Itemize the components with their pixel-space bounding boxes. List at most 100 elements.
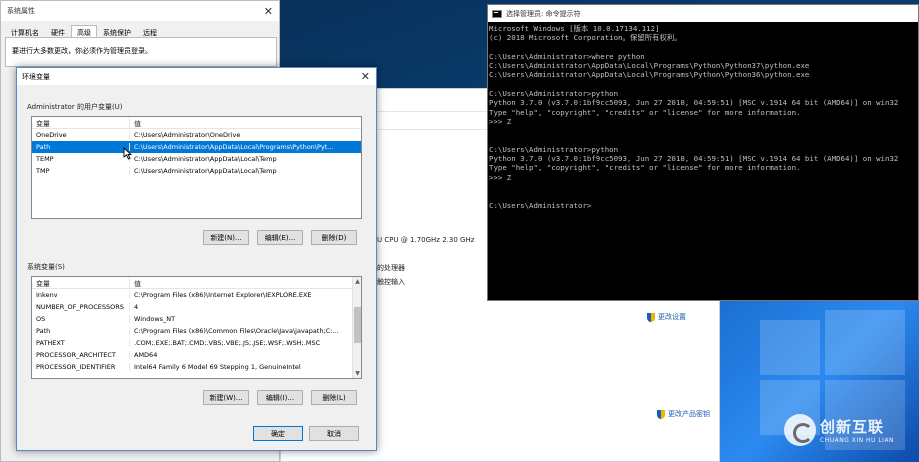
chevron-up-icon[interactable]: ▲ xyxy=(353,277,361,286)
user-new-button[interactable]: 新建(N)... xyxy=(203,230,249,245)
list-item[interactable]: PROCESSOR_ARCHITECT AMD64 xyxy=(32,349,361,361)
dialog-title: 环境变量 xyxy=(22,72,50,81)
list-item[interactable]: TMP C:\Users\Administrator\AppData\Local… xyxy=(32,165,361,177)
console-line: >>> Z xyxy=(489,116,512,126)
column-header-variable[interactable]: 变量 xyxy=(32,117,130,128)
system-new-button[interactable]: 新建(W)... xyxy=(203,390,249,405)
variable-name: Path xyxy=(32,327,130,335)
console-line: Type "help", "copyright", "credits" or "… xyxy=(489,163,801,173)
tab-advanced[interactable]: 高级 xyxy=(71,25,97,37)
user-edit-button[interactable]: 编辑(E)... xyxy=(257,230,303,245)
user-variables-label: Administrator 的用户变量(U) xyxy=(27,103,123,111)
close-icon[interactable]: ✕ xyxy=(264,5,273,18)
console-line: (c) 2018 Microsoft Corporation。保留所有权利。 xyxy=(489,33,682,43)
list-item[interactable]: OS Windows_NT xyxy=(32,313,361,325)
list-item-selected[interactable]: Path C:\Users\Administrator\AppData\Loca… xyxy=(32,141,361,153)
list-item[interactable]: PROCESSOR_IDENTIFIER Intel64 Family 6 Mo… xyxy=(32,361,361,373)
system-delete-button[interactable]: 删除(L) xyxy=(311,390,357,405)
variable-value: 4 xyxy=(134,303,139,311)
console-line: C:\Users\Administrator>where python xyxy=(489,51,645,61)
cancel-button[interactable]: 取消 xyxy=(309,426,359,441)
shield-icon xyxy=(647,312,655,322)
tab-computer-name[interactable]: 计算机名 xyxy=(5,25,45,37)
console-line: >>> Z xyxy=(489,172,512,182)
command-prompt-window: 选择管理员: 命令提示符 Microsoft Windows [版本 10.0.… xyxy=(487,4,919,301)
user-variables-list[interactable]: 变量 值 OneDrive C:\Users\Administrator\One… xyxy=(31,116,362,219)
console-line: Type "help", "copyright", "credits" or "… xyxy=(489,107,801,117)
system-properties-titlebar[interactable]: 系统属性 xyxy=(1,1,279,21)
variable-value: C:\Users\Administrator\OneDrive xyxy=(134,131,241,139)
variable-name: PATHEXT xyxy=(32,339,130,347)
change-settings-link[interactable]: 更改设置 xyxy=(647,312,686,322)
system-variables-list[interactable]: 变量 值 Inkenv C:\Program Files (x86)\Inter… xyxy=(31,276,362,379)
cmd-title: 选择管理员: 命令提示符 xyxy=(506,9,581,18)
ok-button[interactable]: 确定 xyxy=(253,426,303,441)
variable-name: OS xyxy=(32,315,130,323)
variable-value: Intel64 Family 6 Model 69 Stepping 1, Ge… xyxy=(134,363,301,371)
console-line: Python 3.7.0 (v3.7.0:1bf9cc5093, Jun 27 … xyxy=(489,154,899,164)
processor-info: 的处理器 xyxy=(377,264,405,272)
change-product-key-link[interactable]: 更改产品密钥 xyxy=(657,409,710,419)
variable-name: PROCESSOR_ARCHITECT xyxy=(32,351,130,359)
system-list-scrollbar[interactable]: ▲ ▼ xyxy=(352,277,361,378)
list-header: 变量 值 xyxy=(32,277,361,289)
scrollbar-thumb[interactable] xyxy=(354,307,361,343)
system-edit-button[interactable]: 编辑(I)... xyxy=(257,390,303,405)
system-properties-tabs: 计算机名 硬件 高级 系统保护 远程 xyxy=(1,21,279,37)
column-header-value[interactable]: 值 xyxy=(130,277,361,288)
environment-variables-dialog: 环境变量 ✕ Administrator 的用户变量(U) 变量 值 OneDr… xyxy=(16,67,377,451)
console-line: C:\Users\Administrator>python xyxy=(489,89,619,99)
user-delete-button[interactable]: 删除(D) xyxy=(311,230,357,245)
list-item[interactable]: Inkenv C:\Program Files (x86)\Internet E… xyxy=(32,289,361,301)
list-item[interactable]: TEMP C:\Users\Administrator\AppData\Loca… xyxy=(32,153,361,165)
console-line: Microsoft Windows [版本 10.0.17134.112] xyxy=(489,24,660,33)
tab-hardware[interactable]: 硬件 xyxy=(45,25,71,37)
tab-panel: 要进行大多数更改，你必须作为管理员登录。 xyxy=(5,37,277,67)
column-header-variable[interactable]: 变量 xyxy=(32,277,130,288)
env-dialog-titlebar[interactable]: 环境变量 xyxy=(17,68,376,85)
console-line: Python 3.7.0 (v3.7.0:1bf9cc5093, Jun 27 … xyxy=(489,98,899,108)
list-item[interactable]: NUMBER_OF_PROCESSORS 4 xyxy=(32,301,361,313)
watermark: 创新互联 CHUANG XIN HU LIAN xyxy=(784,414,894,446)
variable-name: NUMBER_OF_PROCESSORS xyxy=(32,303,130,311)
list-item[interactable]: OneDrive C:\Users\Administrator\OneDrive xyxy=(32,129,361,141)
variable-name: OneDrive xyxy=(32,131,130,139)
console-output[interactable]: Microsoft Windows [版本 10.0.17134.112] (c)… xyxy=(488,22,918,210)
console-line: C:\Users\Administrator> xyxy=(489,200,592,210)
tab-system-protection[interactable]: 系统保护 xyxy=(97,25,137,37)
watermark-cn: 创新互联 xyxy=(820,418,885,436)
variable-value: Windows_NT xyxy=(134,315,176,323)
column-header-value[interactable]: 值 xyxy=(130,117,361,128)
variable-value: C:\Users\Administrator\AppData\Local\Pro… xyxy=(134,143,334,151)
cmd-titlebar[interactable]: 选择管理员: 命令提示符 xyxy=(488,5,918,22)
variable-name: PROCESSOR_IDENTIFIER xyxy=(32,363,130,371)
cpu-info: U CPU @ 1.70GHz 2.30 GHz xyxy=(377,236,475,244)
watermark-logo-icon xyxy=(784,414,816,446)
console-line: C:\Users\Administrator\AppData\Local\Pro… xyxy=(489,70,810,80)
system-variables-label: 系统变量(S) xyxy=(27,263,65,271)
variable-name: TEMP xyxy=(32,155,130,163)
list-item[interactable]: PATHEXT .COM;.EXE;.BAT;.CMD;.VBS;.VBE;.J… xyxy=(32,337,361,349)
variable-value: .COM;.EXE;.BAT;.CMD;.VBS;.VBE;.JS;.JSE;.… xyxy=(134,339,321,347)
variable-name: TMP xyxy=(32,167,130,175)
variable-value: C:\Program Files (x86)\Internet Explorer… xyxy=(134,291,312,299)
close-icon[interactable]: ✕ xyxy=(361,70,370,83)
variable-name: Path xyxy=(32,143,130,151)
chevron-down-icon[interactable]: ▼ xyxy=(353,369,361,378)
variable-value: AMD64 xyxy=(134,351,158,359)
variable-name: Inkenv xyxy=(32,291,130,299)
mouse-cursor-icon xyxy=(123,147,132,160)
tab-remote[interactable]: 远程 xyxy=(137,25,163,37)
variable-value: C:\Users\Administrator\AppData\Local\Tem… xyxy=(134,167,277,175)
shield-icon xyxy=(657,409,665,419)
terminal-icon xyxy=(492,9,502,18)
console-line: C:\Users\Administrator\AppData\Local\Pro… xyxy=(489,61,810,71)
list-item[interactable]: Path C:\Program Files (x86)\Common Files… xyxy=(32,325,361,337)
list-header: 变量 值 xyxy=(32,117,361,129)
variable-value: C:\Users\Administrator\AppData\Local\Tem… xyxy=(134,155,277,163)
